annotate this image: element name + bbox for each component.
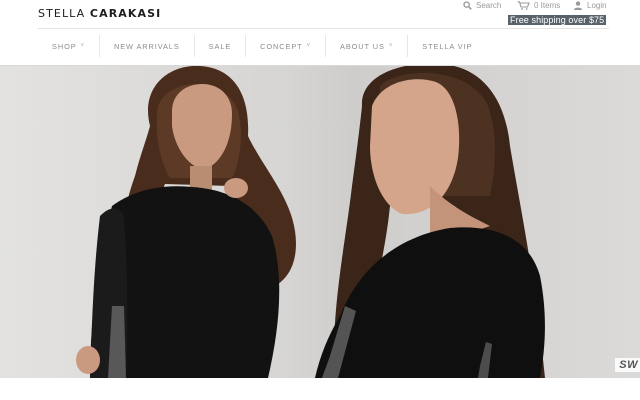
nav-item-shop[interactable]: SHOP ˅ [38,35,99,57]
nav-label-sale: SALE [208,41,232,51]
chevron-down-icon: ˅ [306,43,311,49]
search-icon [463,0,472,10]
chevron-down-icon: ˅ [388,43,394,49]
login-link[interactable]: Login [573,0,607,10]
header-divider [38,28,609,29]
cart-link[interactable]: 0 Items [517,0,560,10]
search-label: Search [476,0,502,10]
cart-icon [517,0,530,10]
nav-item-new-arrivals[interactable]: NEW ARRIVALS [98,35,194,57]
nav-label-shop: SHOP [52,41,77,51]
cart-count: 0 Items [534,0,561,10]
chevron-down-icon: ˅ [80,43,85,49]
user-icon [573,0,583,10]
nav-label-about-us: ABOUT US [340,41,385,51]
brand-name-bold: CARAKASI [89,7,162,20]
hero-slide-tag: SW [615,358,640,372]
nav-label-stella-vip: STELLA VIP [422,41,473,51]
site-header: STELLA CARAKASI Search 0 Items Login Fre… [0,0,640,66]
brand-logo[interactable]: STELLA CARAKASI [38,7,161,20]
nav-item-concept[interactable]: CONCEPT ˅ [245,35,325,57]
page-content-area [0,378,640,400]
nav-item-sale[interactable]: SALE [193,35,246,57]
free-shipping-banner[interactable]: Free shipping over $75 [508,15,607,25]
brand-name-light: STELLA [38,7,86,20]
hero-banner[interactable]: SW [0,66,640,378]
nav-label-new-arrivals: NEW ARRIVALS [113,41,180,51]
nav-item-about-us[interactable]: ABOUT US ˅ [325,35,407,57]
hero-photo [76,66,545,378]
login-label: Login [587,0,607,10]
nav-label-concept: CONCEPT [260,41,303,51]
search-link[interactable]: Search [463,0,501,10]
main-nav: SHOP ˅ NEW ARRIVALS SALE CONCEPT ˅ ABOUT… [38,35,486,57]
nav-item-stella-vip[interactable]: STELLA VIP [407,35,486,57]
